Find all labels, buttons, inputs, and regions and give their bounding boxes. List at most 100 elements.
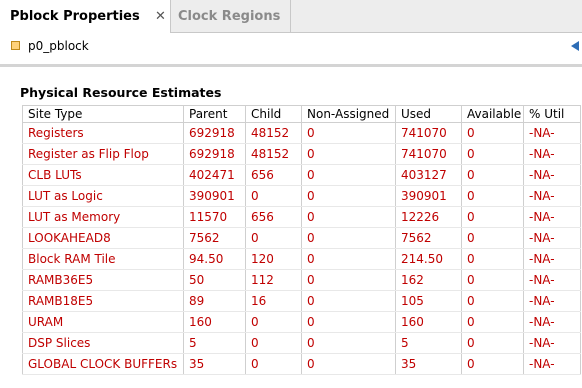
value-cell: -NA-: [523, 248, 581, 270]
value-cell: 0: [301, 269, 396, 291]
value-cell: -NA-: [523, 332, 581, 354]
column-header[interactable]: Available: [461, 105, 524, 123]
value-cell: 402471: [183, 164, 246, 186]
table-row[interactable]: RAMB18E5 89 16 0 105 0 -NA-: [22, 290, 581, 312]
value-cell: 390901: [183, 185, 246, 207]
value-cell: 403127: [395, 164, 462, 186]
table-row[interactable]: CLB LUTs 402471 656 0 403127 0 -NA-: [22, 164, 581, 186]
value-cell: 0: [461, 185, 524, 207]
value-cell: 656: [245, 206, 302, 228]
site-type-cell: LUT as Logic: [22, 185, 184, 207]
value-cell: 0: [461, 227, 524, 249]
value-cell: 0: [301, 164, 396, 186]
value-cell: 89: [183, 290, 246, 312]
column-header[interactable]: Non-Assigned: [301, 105, 396, 123]
column-header[interactable]: Parent: [183, 105, 246, 123]
tab-clock-regions[interactable]: Clock Regions: [171, 0, 291, 33]
value-cell: 35: [395, 353, 462, 375]
value-cell: 0: [301, 185, 396, 207]
value-cell: 11570: [183, 206, 246, 228]
value-cell: 656: [245, 164, 302, 186]
value-cell: 0: [301, 248, 396, 270]
site-type-cell: LOOKAHEAD8: [22, 227, 184, 249]
value-cell: 0: [245, 311, 302, 333]
value-cell: 0: [301, 332, 396, 354]
site-type-cell: GLOBAL CLOCK BUFFERs: [22, 353, 184, 375]
value-cell: -NA-: [523, 164, 581, 186]
value-cell: 0: [301, 311, 396, 333]
value-cell: 0: [461, 269, 524, 291]
site-type-cell: RAMB18E5: [22, 290, 184, 312]
table-row[interactable]: LUT as Memory 11570 656 0 12226 0 -NA-: [22, 206, 581, 228]
value-cell: -NA-: [523, 185, 581, 207]
value-cell: -NA-: [523, 206, 581, 228]
value-cell: 0: [461, 248, 524, 270]
value-cell: 48152: [245, 122, 302, 144]
value-cell: 0: [461, 353, 524, 375]
table-row[interactable]: GLOBAL CLOCK BUFFERs 35 0 0 35 0 -NA-: [22, 353, 581, 375]
site-type-cell: Registers: [22, 122, 184, 144]
close-icon[interactable]: ✕: [155, 9, 166, 24]
value-cell: 7562: [183, 227, 246, 249]
value-cell: 741070: [395, 122, 462, 144]
value-cell: 692918: [183, 122, 246, 144]
section-title: Physical Resource Estimates: [20, 85, 222, 100]
column-header[interactable]: % Util: [523, 105, 581, 123]
value-cell: 162: [395, 269, 462, 291]
table-row[interactable]: RAMB36E5 50 112 0 162 0 -NA-: [22, 269, 581, 291]
value-cell: -NA-: [523, 143, 581, 165]
table-row[interactable]: Registers 692918 48152 0 741070 0 -NA-: [22, 122, 581, 144]
value-cell: 120: [245, 248, 302, 270]
value-cell: 0: [301, 143, 396, 165]
tab-pblock-properties[interactable]: Pblock Properties ✕: [0, 0, 171, 33]
value-cell: 0: [461, 143, 524, 165]
value-cell: 0: [461, 164, 524, 186]
value-cell: 0: [461, 290, 524, 312]
table-row[interactable]: DSP Slices 5 0 0 5 0 -NA-: [22, 332, 581, 354]
site-type-cell: DSP Slices: [22, 332, 184, 354]
tab-label: Clock Regions: [178, 9, 281, 24]
column-header[interactable]: Used: [395, 105, 462, 123]
table-row[interactable]: URAM 160 0 0 160 0 -NA-: [22, 311, 581, 333]
site-type-cell: CLB LUTs: [22, 164, 184, 186]
back-arrow-icon[interactable]: [571, 41, 579, 51]
table-row[interactable]: Register as Flip Flop 692918 48152 0 741070 0…: [22, 143, 581, 165]
value-cell: 16: [245, 290, 302, 312]
site-type-cell: LUT as Memory: [22, 206, 184, 228]
value-cell: 390901: [395, 185, 462, 207]
value-cell: 105: [395, 290, 462, 312]
table-row[interactable]: LOOKAHEAD8 7562 0 0 7562 0 -NA-: [22, 227, 581, 249]
value-cell: -NA-: [523, 290, 581, 312]
table-row[interactable]: Block RAM Tile 94.50 120 0 214.50 0 -NA-: [22, 248, 581, 270]
value-cell: 0: [245, 185, 302, 207]
pblock-icon: [11, 41, 20, 50]
value-cell: 692918: [183, 143, 246, 165]
object-name: p0_pblock: [28, 39, 89, 53]
value-cell: 112: [245, 269, 302, 291]
value-cell: 0: [245, 227, 302, 249]
value-cell: 741070: [395, 143, 462, 165]
site-type-cell: URAM: [22, 311, 184, 333]
value-cell: 214.50: [395, 248, 462, 270]
column-header[interactable]: Site Type: [22, 105, 184, 123]
resource-table: Site Type Parent Child Non-Assigned Used…: [22, 105, 581, 375]
table-row[interactable]: LUT as Logic 390901 0 0 390901 0 -NA-: [22, 185, 581, 207]
value-cell: 0: [301, 290, 396, 312]
table-header-row: Site Type Parent Child Non-Assigned Used…: [22, 105, 581, 123]
value-cell: 5: [395, 332, 462, 354]
value-cell: 0: [301, 122, 396, 144]
divider: [0, 64, 582, 67]
value-cell: 12226: [395, 206, 462, 228]
value-cell: 0: [461, 206, 524, 228]
value-cell: 7562: [395, 227, 462, 249]
value-cell: -NA-: [523, 353, 581, 375]
value-cell: -NA-: [523, 227, 581, 249]
value-cell: 35: [183, 353, 246, 375]
value-cell: 50: [183, 269, 246, 291]
tab-label: Pblock Properties: [10, 9, 140, 24]
site-type-cell: Block RAM Tile: [22, 248, 184, 270]
value-cell: 0: [301, 206, 396, 228]
value-cell: 0: [301, 353, 396, 375]
value-cell: -NA-: [523, 122, 581, 144]
column-header[interactable]: Child: [245, 105, 302, 123]
